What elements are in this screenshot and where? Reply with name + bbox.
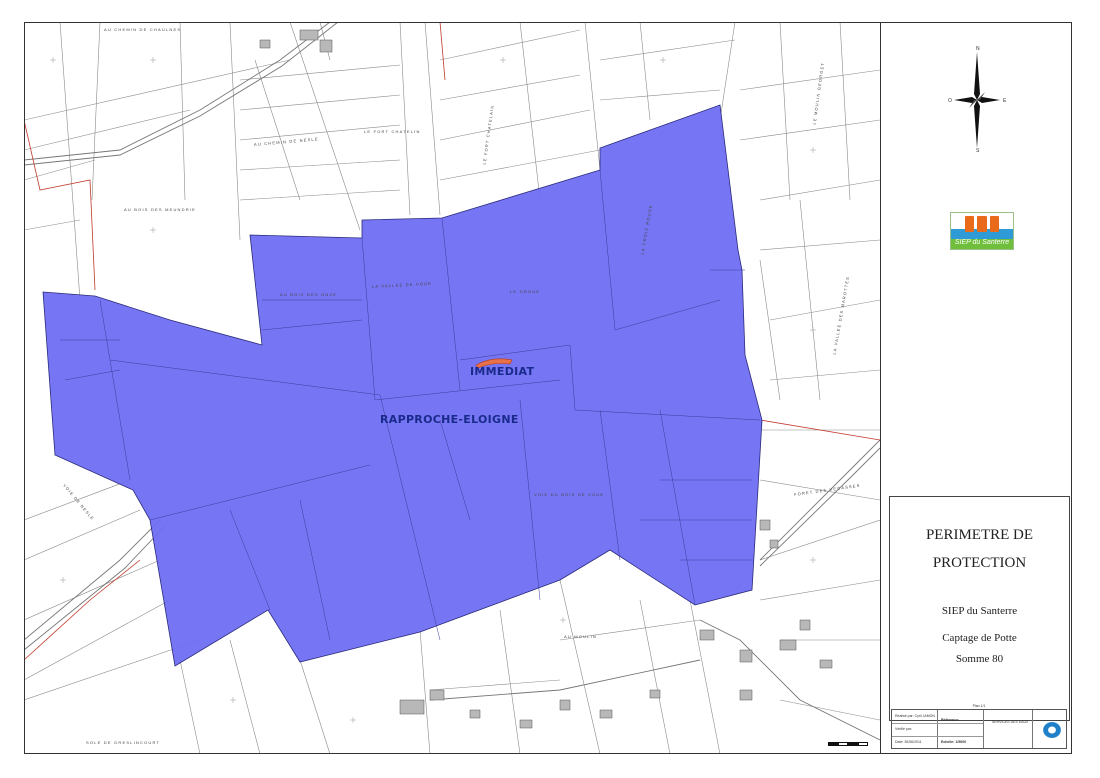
realise-par: Réalisé par: Cyril JAMON	[895, 714, 935, 718]
map-sheet: IMMEDIAT RAPPROCHE-ELOIGNE AU CHEMIN DE …	[0, 0, 1100, 778]
verifie-par: Vérifié par:	[895, 727, 912, 731]
scale-field: Echelle: 1/5000	[941, 740, 967, 744]
logo-bars-icon	[965, 216, 999, 232]
title-block: PERIMETRE DE PROTECTION SIEP du Santerre…	[889, 496, 1070, 721]
date-field: Date: 30/06/2011	[895, 740, 922, 744]
east-label: E	[1003, 98, 1007, 104]
map-title-line2: PROTECTION	[932, 555, 1027, 571]
plan-number: Plan 1/1	[972, 704, 986, 708]
company-name: SERVICES DES EAUX	[992, 720, 1029, 724]
title-cartouche: Plan 1/1 Réalisé par: Cyril JAMON Vérifi…	[891, 704, 1067, 749]
siep-logo: SIEP du Santerre	[950, 212, 1014, 250]
department-name: Somme 80	[955, 653, 1004, 665]
logo-text: SIEP du Santerre	[954, 239, 1010, 246]
north-label: N	[976, 46, 980, 52]
compass-rose-icon	[954, 52, 1000, 148]
reference-field: Référence:	[941, 718, 960, 722]
map-title-line1: PERIMETRE DE	[925, 527, 1034, 543]
legend-panel: N S O E SIEP du Santerre PERIMETRE DE PR…	[882, 22, 1072, 754]
project-name: Captage de Potte	[942, 632, 1017, 644]
west-label: O	[948, 98, 952, 104]
north-arrow: N S O E	[948, 44, 1006, 154]
organization-name: SIEP du Santerre	[941, 605, 1018, 617]
company-logo-icon	[1042, 721, 1062, 739]
scale-bar	[828, 742, 868, 746]
south-label: S	[976, 148, 980, 154]
